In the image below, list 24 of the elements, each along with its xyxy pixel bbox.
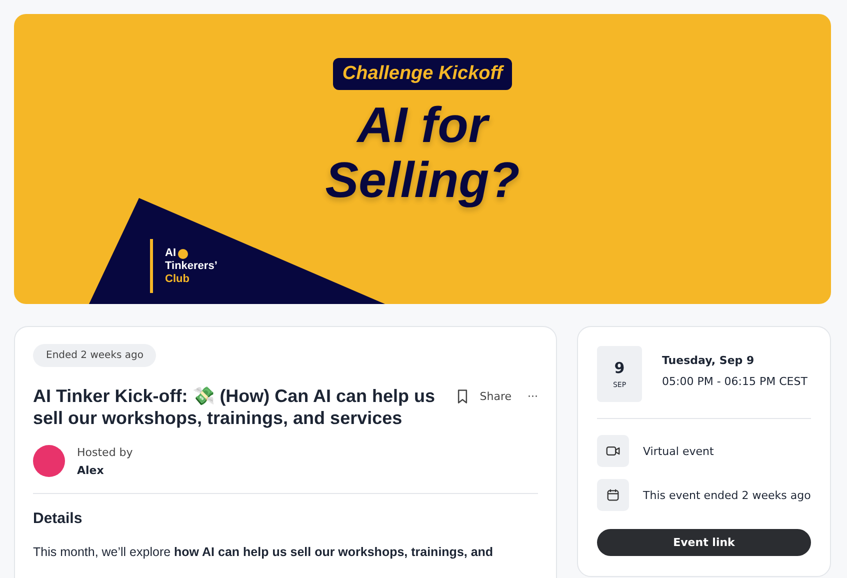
info-text: This event ended 2 weeks ago	[643, 488, 811, 502]
event-time: 05:00 PM - 06:15 PM CEST	[662, 375, 808, 388]
share-button[interactable]: Share	[480, 390, 512, 402]
details-heading: Details	[33, 510, 84, 527]
details-text: This month, we’ll explore how AI can help us sell our workshops, trainings, and	[33, 545, 494, 559]
logo-bar	[150, 239, 153, 293]
host-label: Hosted by	[77, 446, 133, 458]
more-button[interactable]: ···	[528, 390, 538, 402]
calendar-icon	[606, 489, 620, 501]
logo-text: AI	[165, 247, 176, 260]
event-title: AI Tinker Kick-off: 💸 (How) Can AI can help us sell our workshops, trainings, and services	[33, 385, 436, 429]
event-date: Tuesday, Sep 9	[662, 354, 756, 367]
logo-text: Club	[165, 273, 190, 286]
video-icon	[606, 445, 620, 457]
date-day: 9	[614, 359, 625, 377]
event-link-button[interactable]: Event link	[597, 529, 811, 556]
banner-tag: Challenge Kickoff	[333, 58, 512, 90]
banner-headline: AI for Selling?	[324, 98, 521, 208]
status-badge: Ended 2 weeks ago	[33, 344, 156, 367]
info-text: Virtual event	[643, 444, 714, 458]
host-name: Alex	[77, 464, 105, 476]
bookmark-icon[interactable]	[456, 388, 468, 404]
logo-text: Tinkerers’	[165, 260, 218, 273]
avatar	[33, 445, 65, 477]
